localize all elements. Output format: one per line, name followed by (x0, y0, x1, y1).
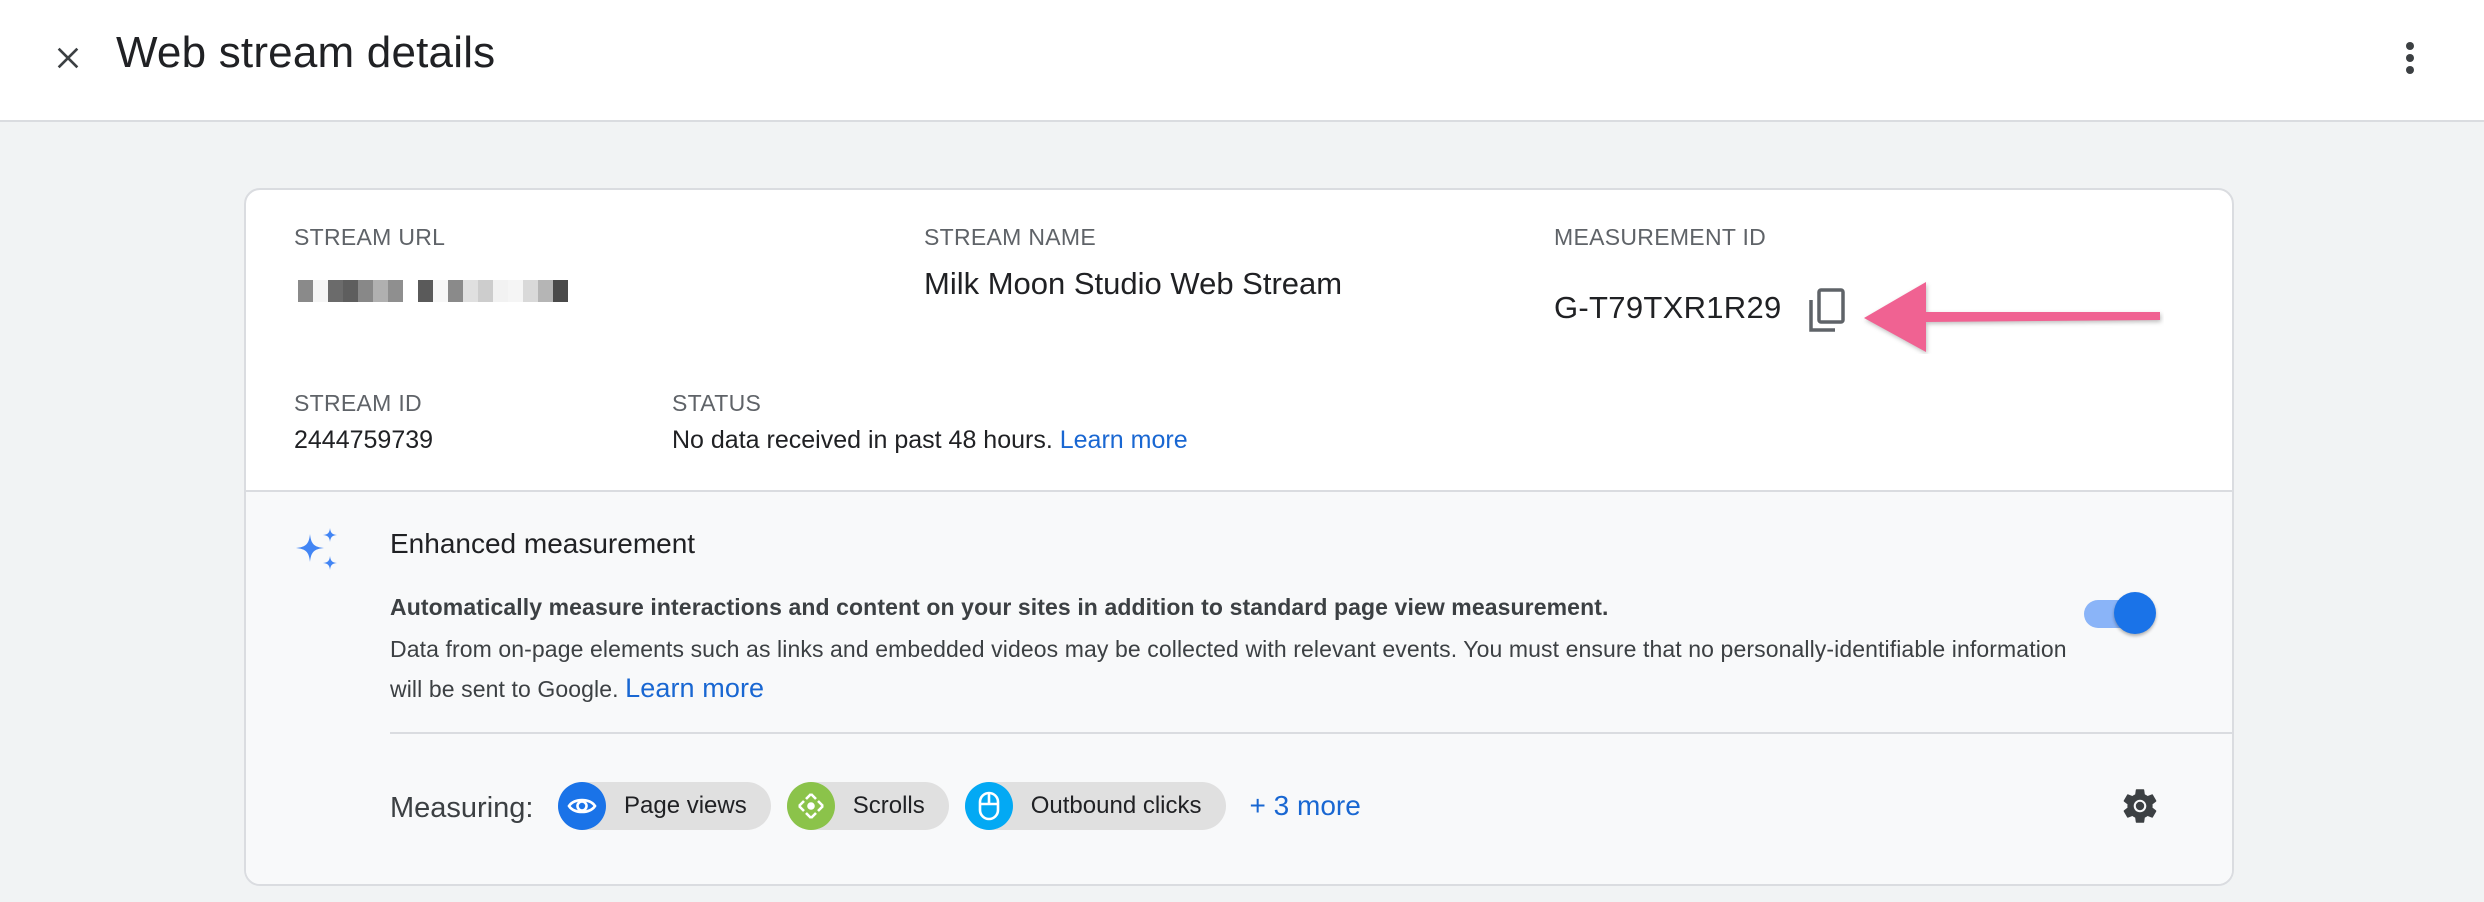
measurement-id-label: MEASUREMENT ID (1554, 224, 1767, 250)
close-icon (57, 47, 79, 69)
status-text: No data received in past 48 hours. (672, 426, 1053, 454)
chip-label: Scrolls (852, 792, 925, 819)
close-button[interactable] (44, 34, 92, 82)
enhanced-measurement-summary: Automatically measure interactions and c… (390, 594, 1609, 620)
stream-url-label: STREAM URL (294, 224, 446, 250)
chip-label: Outbound clicks (1030, 792, 1202, 819)
chip-outbound-clicks[interactable]: Outbound clicks (964, 782, 1226, 830)
copy-measurement-id-button[interactable] (1802, 284, 1852, 338)
eye-icon (558, 782, 606, 830)
more-vert-icon (2406, 42, 2414, 74)
sparkle-icon (296, 528, 337, 570)
enhanced-measurement-toggle[interactable] (2080, 592, 2160, 636)
measuring-label: Measuring: (390, 792, 534, 824)
top-bar: Web stream details (0, 0, 2484, 122)
more-options-button[interactable] (2384, 32, 2436, 84)
section-divider (390, 732, 2232, 734)
enhanced-measurement-description: Data from on-page elements such as links… (390, 630, 2070, 709)
toggle-thumb (2114, 592, 2156, 634)
chip-label: Page views (624, 792, 747, 819)
status-value: No data received in past 48 hours. Learn… (672, 426, 1188, 455)
gear-icon (2123, 789, 2157, 823)
measurement-id-value: G-T79TXR1R29 (1554, 290, 1782, 325)
measuring-chips: Page views Scrolls Outbound clicks + 3 m… (558, 782, 1361, 830)
copy-icon (1809, 288, 1845, 332)
page-title: Web stream details (116, 28, 496, 77)
stream-url-value-redacted (298, 280, 568, 302)
status-label: STATUS (672, 390, 762, 416)
status-learn-more-link[interactable]: Learn more (1060, 426, 1188, 454)
chip-page-views[interactable]: Page views (558, 782, 771, 830)
stream-id-label: STREAM ID (294, 390, 422, 416)
stream-name-label: STREAM NAME (924, 224, 1096, 250)
more-events-link[interactable]: + 3 more (1250, 790, 1361, 822)
enhanced-settings-button[interactable] (2114, 780, 2166, 832)
enhanced-measurement-section: Enhanced measurement Automatically measu… (246, 490, 2232, 884)
chip-scrolls[interactable]: Scrolls (786, 782, 949, 830)
enhanced-measurement-title: Enhanced measurement (390, 528, 696, 559)
scroll-icon (786, 782, 835, 830)
stream-id-value: 2444759739 (294, 426, 434, 454)
mouse-icon (964, 782, 1013, 830)
annotation-arrow (1864, 282, 2160, 352)
stream-name-value: Milk Moon Studio Web Stream (924, 266, 1343, 301)
enhanced-learn-more-link[interactable]: Learn more (625, 673, 764, 703)
